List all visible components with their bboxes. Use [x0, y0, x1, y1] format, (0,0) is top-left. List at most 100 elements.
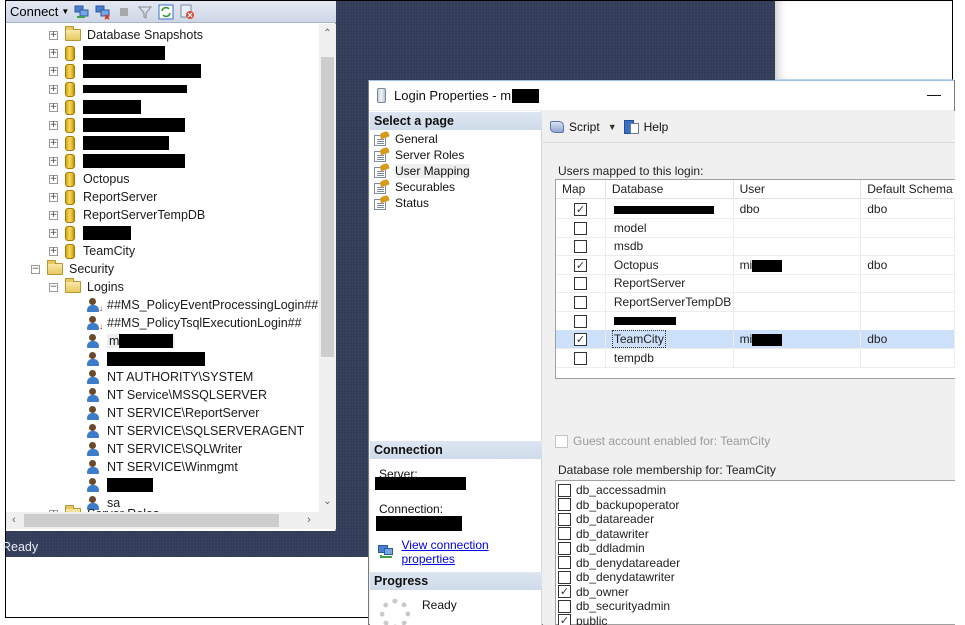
- tree-node-database[interactable]: +: [49, 224, 131, 242]
- role-item-db-securityadmin[interactable]: db_securityadmin: [558, 599, 670, 614]
- role-item-db-backupoperator[interactable]: db_backupoperator: [558, 498, 679, 513]
- tree-node-login[interactable]: NT SERVICE\SQLWriter: [86, 440, 242, 458]
- page-item-general[interactable]: General: [374, 130, 438, 147]
- role-checkbox[interactable]: [558, 512, 571, 526]
- activity-monitor-icon[interactable]: [179, 4, 195, 20]
- mapping-row[interactable]: ReportServer: [556, 274, 955, 294]
- tree-node-database-octopus[interactable]: + Octopus: [49, 170, 130, 188]
- tree-node-login[interactable]: [86, 350, 205, 368]
- tree-node-login-selected[interactable]: m: [86, 332, 176, 350]
- tree-node-database-reportservertempdb[interactable]: + ReportServerTempDB: [49, 206, 205, 224]
- role-checkbox[interactable]: [558, 527, 571, 541]
- mapping-row[interactable]: ReportServerTempDB: [556, 293, 955, 312]
- default-schema-cell[interactable]: dbo: [861, 330, 955, 350]
- role-checkbox[interactable]: [558, 556, 571, 570]
- vertical-scrollbar[interactable]: ⌃ ⌄: [319, 24, 336, 512]
- guest-account-checkbox[interactable]: [555, 434, 568, 448]
- mapping-row[interactable]: ✓ Octopus mi dbo: [556, 255, 955, 275]
- default-schema-cell[interactable]: dbo: [861, 255, 955, 275]
- connect-dropdown[interactable]: Connect ▼: [10, 4, 69, 19]
- tree-node-login[interactable]: [86, 476, 153, 494]
- user-cell[interactable]: [734, 311, 862, 331]
- default-schema-cell[interactable]: dbo: [861, 200, 955, 219]
- map-checkbox[interactable]: [573, 296, 587, 309]
- tree-node-database-reportserver[interactable]: + ReportServer: [49, 188, 157, 206]
- expand-icon[interactable]: +: [49, 138, 58, 148]
- tree-node-login[interactable]: NT Service\MSSQLSERVER: [86, 386, 267, 404]
- default-schema-cell[interactable]: [861, 218, 955, 238]
- scroll-right-icon[interactable]: ›: [301, 512, 317, 529]
- user-cell[interactable]: [734, 274, 862, 294]
- expand-icon[interactable]: +: [49, 174, 58, 184]
- disconnect-icon[interactable]: [95, 4, 111, 20]
- tree-node-login[interactable]: NT SERVICE\SQLSERVERAGENT: [86, 422, 304, 440]
- tree-node-login[interactable]: ↓ ##MS_PolicyTsqlExecutionLogin##: [86, 314, 302, 332]
- tree-node-server-roles[interactable]: + Server Roles: [49, 505, 159, 512]
- map-checkbox[interactable]: [573, 314, 587, 328]
- role-checkbox[interactable]: [558, 570, 571, 584]
- script-button[interactable]: Script: [549, 119, 600, 135]
- tree-node-database[interactable]: +: [49, 98, 141, 116]
- mapping-row[interactable]: tempdb: [556, 348, 955, 368]
- tree-node-database[interactable]: +: [49, 80, 187, 98]
- role-checkbox[interactable]: ✓: [558, 585, 571, 599]
- user-cell[interactable]: [734, 237, 862, 257]
- user-cell[interactable]: [734, 218, 862, 238]
- page-item-status[interactable]: Status: [374, 194, 429, 211]
- map-checkbox[interactable]: [573, 221, 587, 235]
- expand-icon[interactable]: +: [49, 30, 58, 40]
- expand-icon[interactable]: +: [49, 192, 58, 202]
- tree-node-database[interactable]: +: [49, 134, 169, 152]
- role-checkbox[interactable]: [558, 483, 571, 497]
- tree-node-database[interactable]: +: [49, 44, 165, 62]
- expand-icon[interactable]: +: [49, 102, 58, 112]
- scroll-down-icon[interactable]: ⌄: [319, 494, 336, 510]
- role-checkbox[interactable]: [558, 541, 571, 555]
- role-item-db-denydatareader[interactable]: db_denydatareader: [558, 556, 680, 571]
- scrollbar-thumb[interactable]: [24, 514, 279, 527]
- role-item-db-denydatawriter[interactable]: db_denydatawriter: [558, 570, 675, 585]
- role-item-db-datawriter[interactable]: db_datawriter: [558, 527, 649, 542]
- page-item-server-roles[interactable]: Server Roles: [374, 146, 464, 163]
- mapping-row[interactable]: [556, 311, 955, 331]
- page-item-securables[interactable]: Securables: [374, 178, 455, 195]
- expand-icon[interactable]: +: [49, 210, 58, 220]
- tree-node-login[interactable]: ↓ ##MS_PolicyEventProcessingLogin##: [86, 296, 318, 314]
- page-item-user-mapping[interactable]: User Mapping: [374, 162, 470, 179]
- scroll-left-icon[interactable]: ‹: [6, 512, 22, 529]
- map-checkbox[interactable]: ✓: [573, 258, 587, 272]
- tree-node-login[interactable]: NT AUTHORITY\SYSTEM: [86, 368, 253, 386]
- column-header-database[interactable]: Database: [606, 180, 734, 198]
- script-dropdown-caret-icon[interactable]: ▼: [608, 122, 617, 132]
- expand-icon[interactable]: +: [49, 48, 58, 58]
- map-checkbox[interactable]: [573, 277, 587, 291]
- default-schema-cell[interactable]: [861, 311, 955, 331]
- expand-icon[interactable]: +: [49, 246, 58, 256]
- connect-object-explorer-icon[interactable]: [74, 4, 90, 20]
- role-item-public[interactable]: ✓ public: [558, 614, 607, 625]
- expand-icon[interactable]: +: [49, 120, 58, 130]
- column-header-user[interactable]: User: [734, 180, 862, 198]
- role-item-db-owner[interactable]: ✓ db_owner: [558, 585, 629, 600]
- map-checkbox[interactable]: [573, 351, 587, 365]
- map-checkbox[interactable]: [573, 240, 587, 254]
- scrollbar-thumb[interactable]: [321, 57, 334, 357]
- tree-node-database[interactable]: +: [49, 152, 185, 170]
- collapse-icon[interactable]: −: [31, 264, 40, 274]
- expand-icon[interactable]: +: [49, 84, 58, 94]
- default-schema-cell[interactable]: [861, 274, 955, 294]
- refresh-icon[interactable]: [158, 4, 174, 20]
- tree-node-database-teamcity[interactable]: + TeamCity: [49, 242, 135, 260]
- default-schema-cell[interactable]: [861, 237, 955, 257]
- user-cell[interactable]: dbo: [734, 200, 862, 219]
- mapping-row[interactable]: model: [556, 218, 955, 238]
- tree-node-database-snapshots[interactable]: + Database Snapshots: [49, 26, 203, 44]
- view-connection-properties-link[interactable]: View connection properties: [378, 538, 541, 566]
- filter-icon[interactable]: [137, 4, 153, 20]
- role-item-db-accessadmin[interactable]: db_accessadmin: [558, 483, 666, 498]
- help-button[interactable]: Help: [623, 119, 668, 135]
- mapping-row[interactable]: ✓ dbo dbo: [556, 200, 955, 219]
- role-checkbox[interactable]: ✓: [558, 614, 571, 625]
- minimize-button[interactable]: —: [924, 85, 944, 105]
- tree-node-database[interactable]: +: [49, 116, 185, 134]
